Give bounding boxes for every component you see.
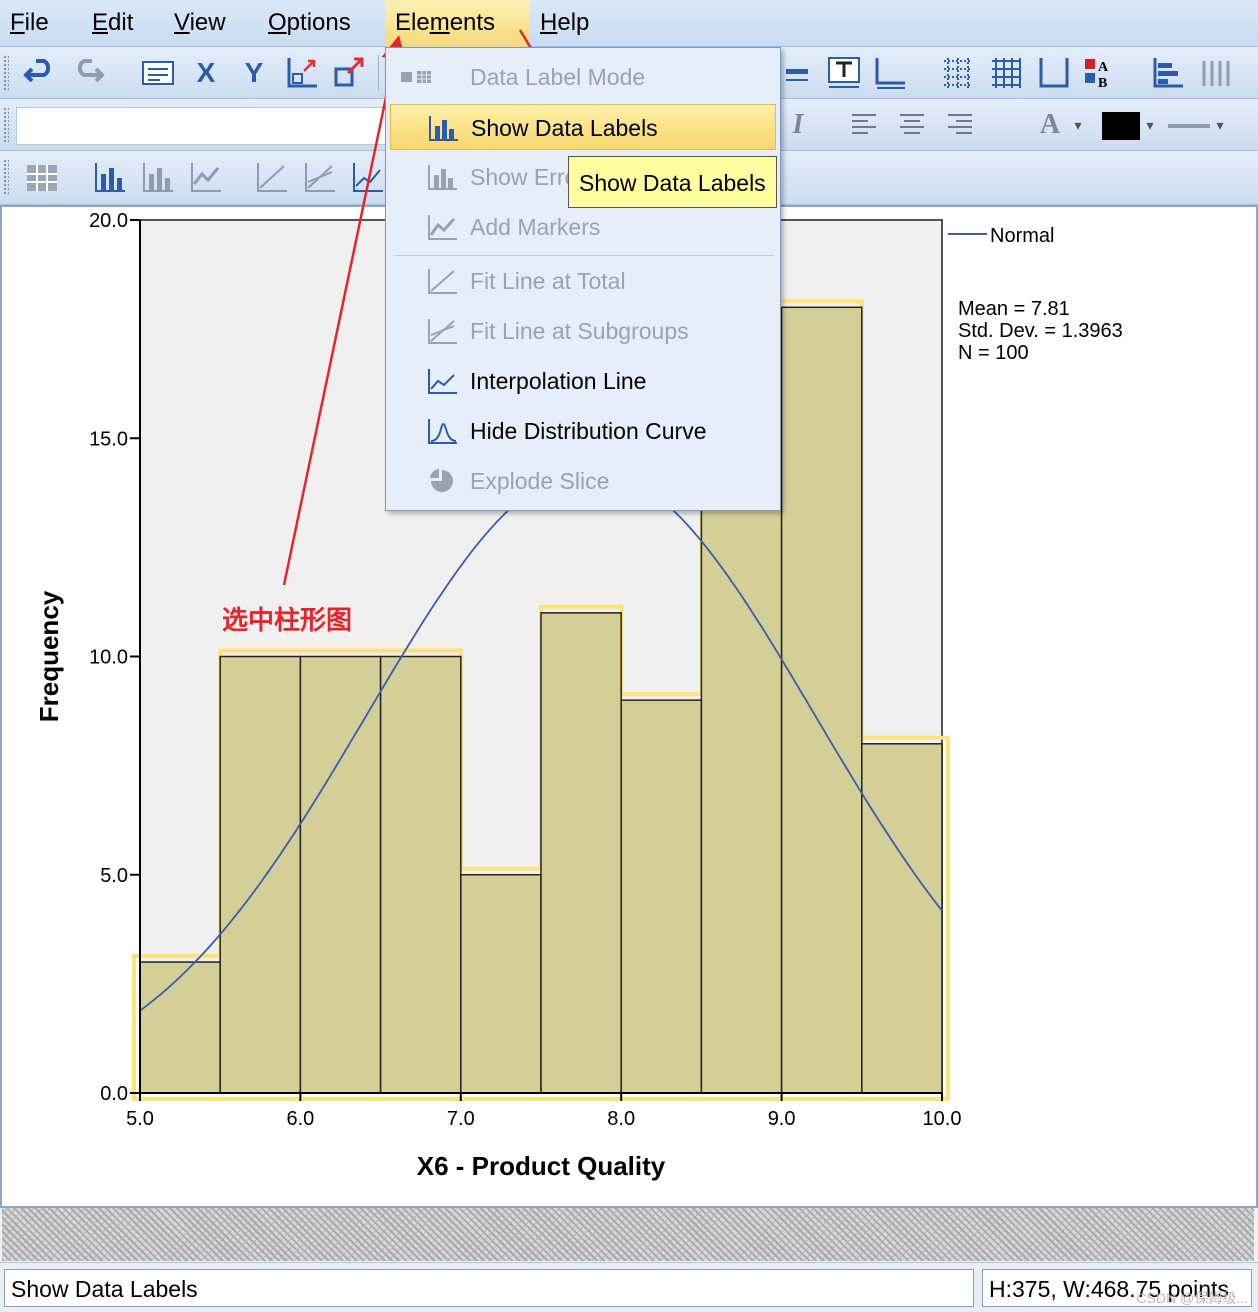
menu-item-explode-slice[interactable]: Explode Slice <box>390 458 776 504</box>
menu-item-hide-distribution-curve[interactable]: Hide Distribution Curve <box>390 408 776 454</box>
status-message: Show Data Labels <box>4 1269 974 1307</box>
menu-item-interpolation-line[interactable]: Interpolation Line <box>390 358 776 404</box>
elements-menu: Data Label Mode Show Data Labels Show Er… <box>385 47 781 511</box>
annotation-text: 选中柱形图 <box>222 606 353 636</box>
menu-separator <box>394 255 774 256</box>
menu-item-add-markers[interactable]: Add Markers <box>390 204 776 250</box>
menu-item-label: Fit Line at Subgroups <box>470 318 689 344</box>
status-bar: Show Data Labels H:375, W:468.75 points <box>0 1262 1258 1312</box>
menu-item-label: Explode Slice <box>470 468 610 494</box>
menu-item-label: Show Data Labels <box>471 115 658 141</box>
menu-item-label: Fit Line at Total <box>470 268 626 294</box>
menu-item-data-label-mode[interactable]: Data Label Mode <box>390 54 776 100</box>
tooltip: Show Data Labels <box>568 156 777 208</box>
menu-item-show-data-labels[interactable]: Show Data Labels <box>390 104 776 150</box>
chart-editor-divider <box>2 1208 1254 1261</box>
menu-item-label: Hide Distribution Curve <box>470 418 707 444</box>
watermark-text: CSDN @保姆级... <box>1136 1290 1248 1306</box>
annotation-arrow-to-menu <box>282 35 407 586</box>
show-data-labels-icon <box>429 116 458 141</box>
menu-item-label: Add Markers <box>470 214 601 240</box>
menu-item-label: Data Label Mode <box>470 64 646 90</box>
menu-item-fit-line-total[interactable]: Fit Line at Total <box>390 258 776 304</box>
menu-item-label: Interpolation Line <box>470 368 647 394</box>
menu-item-fit-line-subgroups[interactable]: Fit Line at Subgroups <box>390 308 776 354</box>
